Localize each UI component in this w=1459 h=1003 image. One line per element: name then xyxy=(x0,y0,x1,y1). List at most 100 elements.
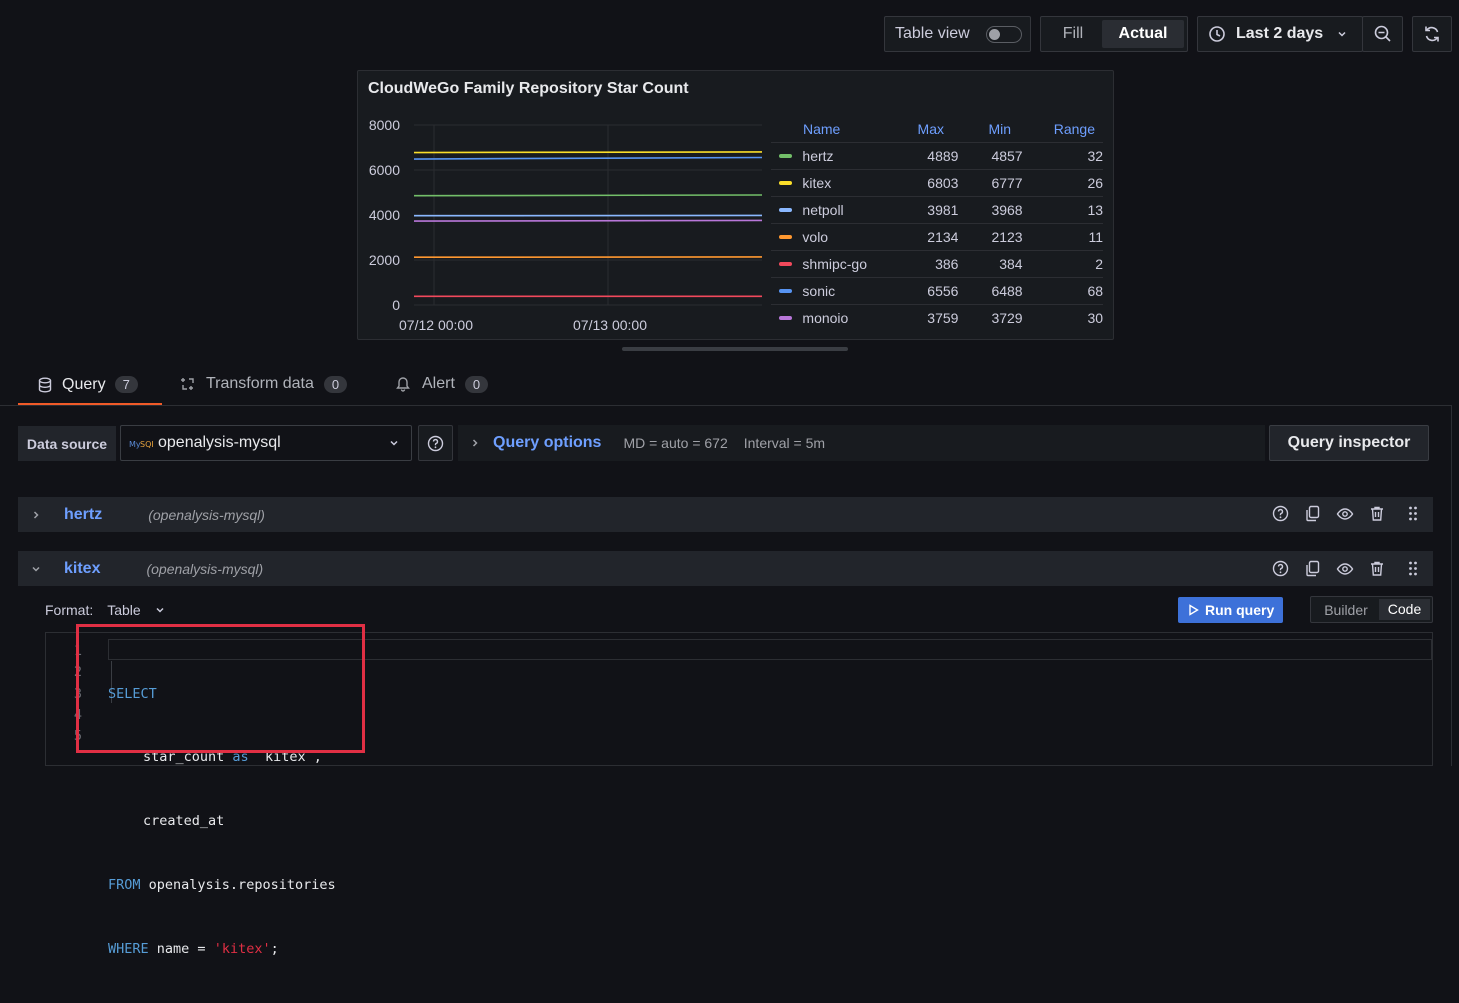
legend-row[interactable]: volo2134212311 xyxy=(771,223,1103,249)
format-select[interactable]: Table xyxy=(107,602,164,618)
legend-max: 2134 xyxy=(908,229,959,245)
legend-swatch xyxy=(779,154,792,158)
time-range-picker[interactable]: Last 2 days xyxy=(1197,16,1363,52)
query-row-hertz[interactable]: hertz (openalysis-mysql) xyxy=(18,497,1433,532)
clock-icon xyxy=(1208,25,1226,43)
legend-row[interactable]: hertz4889485732 xyxy=(771,142,1103,168)
legend-header-min[interactable]: Min xyxy=(944,121,1011,137)
sql-string: 'kitex' xyxy=(214,941,271,957)
editor-tabs: Query 7 Transform data 0 Alert 0 xyxy=(0,366,1459,406)
run-query-button[interactable]: Run query xyxy=(1178,597,1283,623)
legend-max: 6556 xyxy=(908,283,959,299)
legend-row[interactable]: shmipc-go3863842 xyxy=(771,250,1103,276)
tab-alert-label: Alert xyxy=(422,375,455,393)
legend-row[interactable]: kitex6803677726 xyxy=(771,169,1103,195)
legend-header-range[interactable]: Range xyxy=(1011,121,1095,137)
duplicate-icon[interactable] xyxy=(1305,560,1321,577)
trash-icon[interactable] xyxy=(1369,560,1385,577)
legend-header: Name Max Min Range xyxy=(771,116,1103,142)
datasource-label: Data source xyxy=(18,426,116,461)
format-label: Format: xyxy=(45,602,93,618)
zoom-out-button[interactable] xyxy=(1362,16,1403,52)
query-source: (openalysis-mysql) xyxy=(148,507,265,523)
format-value: Table xyxy=(107,602,140,618)
x-tick-label: 07/13 00:00 xyxy=(573,317,647,333)
eye-icon[interactable] xyxy=(1336,561,1354,577)
chevron-down-icon xyxy=(1337,29,1347,39)
toggle-knob xyxy=(989,29,1000,40)
query-name[interactable]: kitex xyxy=(64,560,100,578)
legend-range: 30 xyxy=(1023,310,1103,326)
query-options-bar[interactable]: Query options MD = auto = 672 Interval =… xyxy=(458,425,1265,461)
code-button[interactable]: Code xyxy=(1379,599,1430,620)
toggle-switch[interactable] xyxy=(986,26,1022,43)
legend-range: 32 xyxy=(1023,148,1103,164)
datasource-picker[interactable]: MySQL openalysis-mysql xyxy=(120,425,412,461)
tab-transform-data[interactable]: Transform data 0 xyxy=(180,366,360,402)
md-info: MD = auto = 672 xyxy=(623,435,727,451)
tab-query[interactable]: Query 7 xyxy=(18,366,162,406)
tab-alert-count: 0 xyxy=(465,376,488,393)
query-options-label[interactable]: Query options xyxy=(493,434,601,452)
legend-swatch xyxy=(779,262,792,266)
legend-min: 384 xyxy=(958,256,1022,272)
eye-icon[interactable] xyxy=(1336,506,1354,522)
chevron-down-icon xyxy=(155,605,165,615)
panel-resize-handle[interactable] xyxy=(622,347,848,351)
chevron-down-icon[interactable] xyxy=(31,564,41,574)
interval-info: Interval = 5m xyxy=(744,435,825,451)
run-query-label: Run query xyxy=(1205,602,1274,618)
datasource-help-button[interactable] xyxy=(418,425,453,461)
refresh-icon xyxy=(1422,24,1442,44)
legend-min: 4857 xyxy=(958,148,1022,164)
legend-range: 26 xyxy=(1023,175,1103,191)
tab-transform-label: Transform data xyxy=(206,375,314,393)
legend-row[interactable]: monoio3759372930 xyxy=(771,304,1103,330)
legend-min: 6777 xyxy=(958,175,1022,191)
query-inspector-button[interactable]: Query inspector xyxy=(1269,425,1429,461)
sql-ident: name = xyxy=(157,941,206,957)
chart: 0200040006000800007/12 00:0007/13 00:00 xyxy=(358,111,768,341)
fill-button[interactable]: Fill xyxy=(1044,25,1102,43)
sql-ident: created_at xyxy=(143,813,224,829)
drag-handle-icon[interactable] xyxy=(1408,560,1418,577)
legend-name: monoio xyxy=(802,310,907,326)
legend-name: shmipc-go xyxy=(802,256,907,272)
legend-range: 2 xyxy=(1023,256,1103,272)
svg-text:SQL: SQL xyxy=(140,440,153,449)
duplicate-icon[interactable] xyxy=(1305,505,1321,522)
table-view-toggle[interactable]: Table view xyxy=(884,16,1031,52)
tab-alert[interactable]: Alert 0 xyxy=(396,366,496,402)
legend-header-max[interactable]: Max xyxy=(913,121,944,137)
series-line-hertz xyxy=(414,195,762,196)
code-line-5: WHERE name = 'kitex'; xyxy=(108,939,336,960)
query-name[interactable]: hertz xyxy=(64,506,102,524)
tab-query-count: 7 xyxy=(115,376,138,393)
help-icon[interactable] xyxy=(1272,505,1289,522)
legend-row[interactable]: netpoll3981396813 xyxy=(771,196,1103,222)
legend-header-name[interactable]: Name xyxy=(803,121,913,137)
help-icon[interactable] xyxy=(1272,560,1289,577)
legend-row[interactable]: sonic6556648868 xyxy=(771,277,1103,303)
chevron-down-icon xyxy=(389,438,399,448)
legend-range: 11 xyxy=(1023,229,1103,245)
series-line-kitex xyxy=(414,152,762,153)
code-line-3: created_at xyxy=(108,811,336,832)
legend-min: 6488 xyxy=(958,283,1022,299)
actual-button[interactable]: Actual xyxy=(1102,20,1184,48)
datasource-value: openalysis-mysql xyxy=(158,434,281,452)
series-line-sonic xyxy=(414,157,762,159)
legend-min: 3729 xyxy=(958,310,1022,326)
zoom-out-icon xyxy=(1373,24,1393,44)
builder-button[interactable]: Builder xyxy=(1313,602,1379,618)
query-row-actions xyxy=(1272,505,1427,525)
chevron-right-icon[interactable] xyxy=(31,510,41,520)
database-icon xyxy=(38,377,52,393)
query-row-actions xyxy=(1272,560,1427,580)
refresh-button[interactable] xyxy=(1412,16,1452,52)
query-row-kitex[interactable]: kitex (openalysis-mysql) xyxy=(18,551,1433,586)
builder-code-toggle: Builder Code xyxy=(1310,596,1433,623)
trash-icon[interactable] xyxy=(1369,505,1385,522)
drag-handle-icon[interactable] xyxy=(1408,505,1418,522)
legend-max: 3981 xyxy=(908,202,959,218)
